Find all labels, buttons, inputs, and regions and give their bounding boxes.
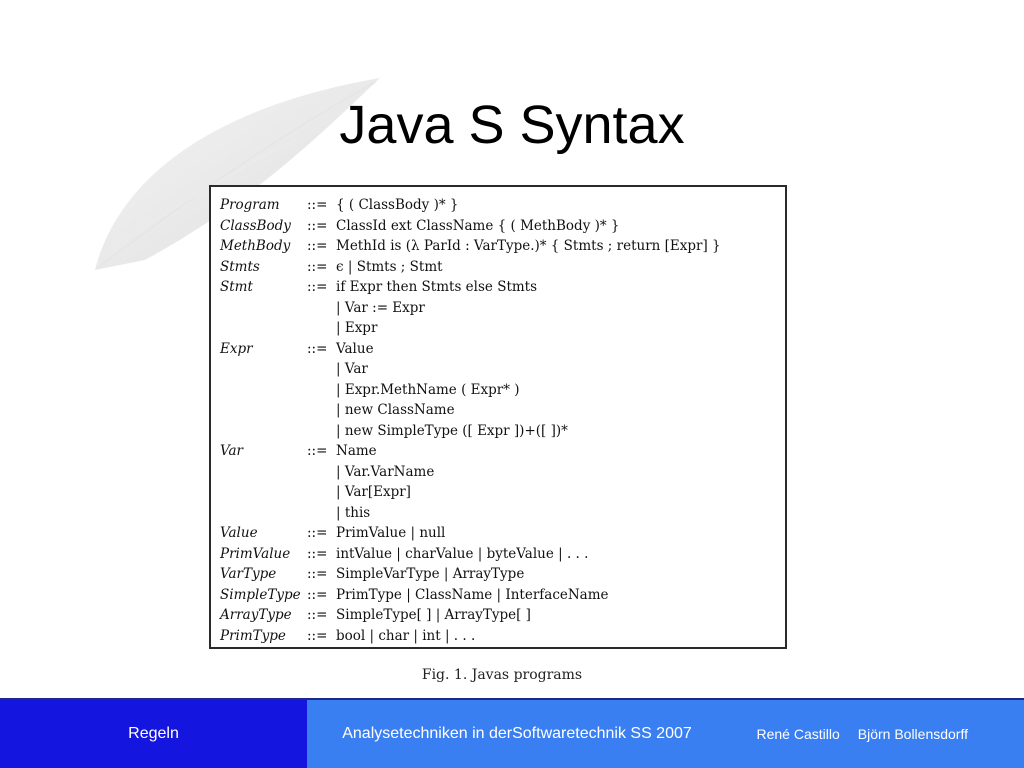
grammar-row: Program::= { ( ClassBody )* } bbox=[211, 195, 785, 215]
grammar-op: ::= bbox=[307, 607, 328, 623]
grammar-op: ::= bbox=[307, 340, 328, 357]
grammar-op: ::= bbox=[307, 525, 328, 541]
grammar-op: ::= bbox=[307, 586, 328, 603]
grammar-lhs: Stmts bbox=[220, 258, 260, 275]
grammar-rhs: PrimValue | null bbox=[336, 525, 446, 541]
grammar-row: | Expr bbox=[211, 318, 785, 338]
grammar-rhs: | Expr bbox=[336, 320, 378, 336]
grammar-row: Stmt::= if Expr then Stmts else Stmts bbox=[211, 277, 785, 297]
grammar-lhs: SimpleType bbox=[220, 586, 301, 603]
grammar-rhs: intValue | charValue | byteValue | . . . bbox=[336, 545, 589, 562]
grammar-row: VarType::= SimpleVarType | ArrayType bbox=[211, 564, 785, 584]
grammar-rhs: | Var[Expr] bbox=[336, 484, 411, 500]
footer-course-line1: Analysetechniken in der bbox=[342, 725, 513, 742]
grammar-rhs: | new SimpleType ([ Expr ])+([ ])* bbox=[336, 422, 568, 439]
grammar-lhs: Stmt bbox=[220, 279, 253, 295]
grammar-row: | Var := Expr bbox=[211, 298, 785, 318]
grammar-rhs: | Var := Expr bbox=[336, 299, 425, 316]
footer-course-line2: Softwaretechnik SS 2007 bbox=[512, 725, 692, 742]
grammar-op: ::= bbox=[307, 197, 328, 213]
grammar-rhs: | new ClassName bbox=[336, 402, 455, 418]
grammar-rhs: { ( ClassBody )* } bbox=[336, 197, 459, 213]
grammar-rhs: bool | char | int | . . . bbox=[336, 627, 476, 644]
grammar-row: Stmts::= ϵ | Stmts ; Stmt bbox=[211, 257, 785, 277]
grammar-op: ::= bbox=[307, 279, 328, 295]
grammar-op: ::= bbox=[307, 258, 328, 275]
grammar-row: SimpleType::= PrimType | ClassName | Inte… bbox=[211, 585, 785, 605]
grammar-op: ::= bbox=[307, 217, 328, 234]
grammar-rhs: MethId is (λ ParId : VarType.)* { Stmts … bbox=[336, 238, 721, 254]
grammar-lhs: VarType bbox=[220, 566, 277, 582]
grammar-rhs: | Expr.MethName ( Expr* ) bbox=[336, 381, 520, 398]
grammar-rhs: Value bbox=[336, 340, 374, 357]
grammar-rhs: | this bbox=[336, 504, 371, 521]
grammar-row: | Expr.MethName ( Expr* ) bbox=[211, 380, 785, 400]
grammar-row: | new SimpleType ([ Expr ])+([ ])* bbox=[211, 421, 785, 441]
grammar-row: ClassBody::= ClassId ext ClassName { ( Me… bbox=[211, 216, 785, 236]
grammar-rhs: Name bbox=[336, 443, 377, 459]
grammar-row: | new ClassName bbox=[211, 400, 785, 420]
grammar-rhs: ϵ | Stmts ; Stmt bbox=[336, 258, 443, 275]
grammar-rhs: PrimType | ClassName | InterfaceName bbox=[336, 586, 609, 603]
grammar-row: | Var.VarName bbox=[211, 462, 785, 482]
grammar-rhs: SimpleType[ ] | ArrayType[ ] bbox=[336, 607, 531, 623]
grammar-op: ::= bbox=[307, 566, 328, 582]
grammar-row: Expr::= Value bbox=[211, 339, 785, 359]
grammar-row: Var::= Name bbox=[211, 441, 785, 461]
grammar-row: MethBody::= MethId is (λ ParId : VarType.… bbox=[211, 236, 785, 256]
grammar-rhs: if Expr then Stmts else Stmts bbox=[336, 279, 538, 295]
grammar-row: PrimValue::= intValue | charValue | byteV… bbox=[211, 544, 785, 564]
grammar-row: | this bbox=[211, 503, 785, 523]
grammar-lhs: PrimType bbox=[220, 627, 286, 644]
grammar-rhs: | Var bbox=[336, 361, 368, 377]
grammar-op: ::= bbox=[307, 545, 328, 562]
footer-author-1: René Castillo bbox=[756, 726, 840, 742]
slide-title: Java S Syntax bbox=[339, 95, 685, 155]
grammar-row: Value::= PrimValue | null bbox=[211, 523, 785, 543]
grammar-row: PrimType::= bool | char | int | . . . bbox=[211, 626, 785, 646]
grammar-lhs: Var bbox=[220, 443, 244, 459]
grammar-op: ::= bbox=[307, 627, 328, 644]
grammar-lhs: Program bbox=[220, 197, 280, 213]
grammar-op: ::= bbox=[307, 238, 328, 254]
grammar-lhs: PrimValue bbox=[220, 545, 291, 562]
grammar-lhs: Expr bbox=[220, 340, 253, 357]
footer-author-2: Björn Bollensdorff bbox=[857, 726, 968, 742]
footer-authors: René Castillo Björn Bollensdorff bbox=[727, 700, 1024, 768]
grammar-rhs: SimpleVarType | ArrayType bbox=[336, 566, 525, 582]
footer-section-label: Regeln bbox=[0, 700, 307, 768]
grammar-row: | Var bbox=[211, 359, 785, 379]
figure-caption: Fig. 1. Javas programs bbox=[421, 667, 583, 683]
footer-course-title: Analysetechniken in der Softwaretechnik … bbox=[307, 700, 727, 768]
grammar-row: ArrayType::= SimpleType[ ] | ArrayType[ ] bbox=[211, 605, 785, 625]
grammar-row: | Var[Expr] bbox=[211, 482, 785, 502]
footer-bar: Regeln Analysetechniken in der Softwaret… bbox=[0, 700, 1024, 768]
grammar-lhs: ArrayType bbox=[220, 607, 292, 623]
grammar-op: ::= bbox=[307, 443, 328, 459]
grammar-lhs: ClassBody bbox=[220, 217, 291, 234]
grammar-rhs: ClassId ext ClassName { ( MethBody )* } bbox=[336, 217, 620, 234]
grammar-lhs: MethBody bbox=[220, 238, 291, 254]
grammar-lhs: Value bbox=[220, 525, 258, 541]
grammar-rhs: | Var.VarName bbox=[336, 463, 435, 480]
grammar-figure: Program::= { ( ClassBody )* }ClassBody::=… bbox=[209, 185, 787, 649]
